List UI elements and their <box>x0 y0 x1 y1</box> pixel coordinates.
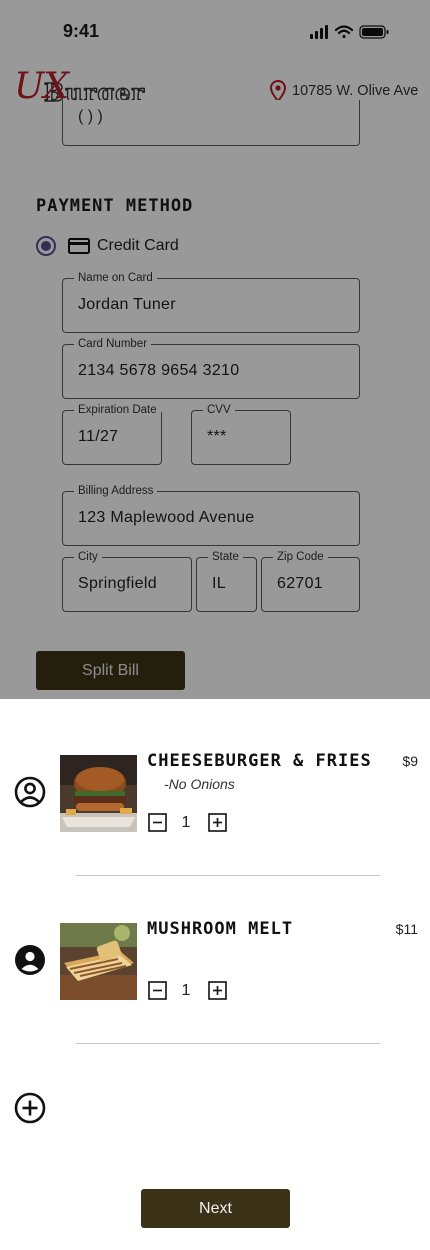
cvv-label: CVV <box>203 403 235 417</box>
card-number-label: Card Number <box>74 337 152 351</box>
cheeseburger-image <box>60 755 137 832</box>
phone-field[interactable]: ( ) ) <box>62 100 360 146</box>
logo-ux-text: UX <box>14 66 69 107</box>
status-bar: 9:41 <box>0 0 430 60</box>
card-number-value: 2134 5678 9654 3210 <box>78 362 240 379</box>
credit-card-option[interactable]: Credit Card <box>36 235 179 257</box>
increase-quantity-button[interactable] <box>208 813 227 832</box>
state-label: State <box>208 550 243 564</box>
order-item-row: CHEESEBURGER & FRIES -No Onions $9 1 <box>0 751 430 851</box>
name-on-card-label: Name on Card <box>74 271 157 285</box>
expiration-date-field[interactable]: Expiration Date 11/27 <box>62 403 162 465</box>
order-item-row: MUSHROOM MELT $11 1 <box>0 919 430 1019</box>
card-number-field[interactable]: Card Number 2134 5678 9654 3210 <box>62 337 360 399</box>
increase-quantity-button[interactable] <box>208 981 227 1000</box>
name-on-card-field[interactable]: Name on Card Jordan Tuner <box>62 271 360 333</box>
decrease-quantity-button[interactable] <box>148 981 167 1000</box>
zip-code-label: Zip Code <box>273 550 328 564</box>
person-outline-icon[interactable] <box>14 776 46 808</box>
checkout-page: 9:41 Burger UX 10785 W. Olive Ave ()) … <box>0 0 430 699</box>
credit-card-icon <box>68 238 90 254</box>
expiration-date-label: Expiration Date <box>74 403 161 417</box>
city-field[interactable]: City Springfield <box>62 550 192 612</box>
payment-method-title: PAYMENT METHOD <box>36 196 194 216</box>
cvv-field[interactable]: CVV *** <box>191 403 291 465</box>
billing-address-field[interactable]: Billing Address 123 Maplewood Avenue <box>62 484 360 546</box>
item-price: $9 <box>402 753 418 769</box>
mushroom-melt-image <box>60 923 137 1000</box>
billing-address-label: Billing Address <box>74 484 158 498</box>
city-value: Springfield <box>78 575 157 592</box>
decrease-quantity-button[interactable] <box>148 813 167 832</box>
state-field[interactable]: State IL <box>196 550 257 612</box>
credit-card-radio[interactable] <box>36 236 56 256</box>
location-text: 10785 W. Olive Ave <box>292 83 419 99</box>
item-divider <box>76 1043 380 1044</box>
cvv-value: *** <box>207 428 227 445</box>
battery-icon <box>359 25 389 39</box>
quantity-value: 1 <box>181 814 191 831</box>
wifi-icon <box>334 25 354 39</box>
radio-selected-dot <box>41 241 51 251</box>
split-bill-button[interactable]: Split Bill <box>36 651 185 690</box>
quantity-value: 1 <box>181 982 191 999</box>
split-bill-sheet: CHEESEBURGER & FRIES -No Onions $9 1 MUS… <box>0 699 430 1250</box>
city-label: City <box>74 550 102 564</box>
status-icons <box>310 25 389 39</box>
item-name: MUSHROOM MELT <box>147 919 294 939</box>
add-person-icon[interactable] <box>14 1092 46 1124</box>
name-on-card-value: Jordan Tuner <box>78 296 176 313</box>
status-time: 9:41 <box>63 21 100 41</box>
credit-card-label: Credit Card <box>97 237 179 254</box>
next-button[interactable]: Next <box>141 1189 290 1228</box>
item-name: CHEESEBURGER & FRIES <box>147 751 372 771</box>
person-filled-icon[interactable] <box>14 944 46 976</box>
phone-field-value: ( ) ) <box>78 108 103 125</box>
zip-code-value: 62701 <box>277 575 323 592</box>
billing-address-value: 123 Maplewood Avenue <box>78 509 255 526</box>
item-divider <box>76 875 380 876</box>
location-pin-icon <box>270 80 286 102</box>
expiration-date-value: 11/27 <box>78 428 119 445</box>
signal-icon <box>310 25 328 39</box>
item-note: -No Onions <box>164 776 235 792</box>
location-selector[interactable]: 10785 W. Olive Ave <box>270 80 418 102</box>
state-value: IL <box>212 575 226 592</box>
zip-code-field[interactable]: Zip Code 62701 <box>261 550 360 612</box>
item-price: $11 <box>395 921 418 937</box>
